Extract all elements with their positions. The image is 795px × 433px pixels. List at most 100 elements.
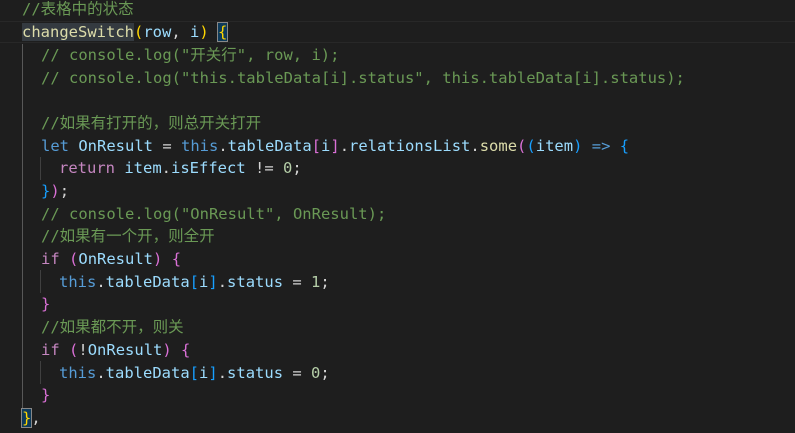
code-line-8[interactable]: return item.isEffect != 0; (59, 157, 302, 180)
paren: ( (69, 341, 79, 359)
code-line-2[interactable]: changeSwitch(row, i) { (22, 21, 229, 44)
code-line-10[interactable]: // console.log("OnResult", OnResult); (41, 203, 386, 226)
paren: ) (50, 182, 60, 200)
paren-close: ) (199, 23, 209, 41)
keyword: let (41, 137, 69, 155)
dot: . (218, 137, 228, 155)
brace-close: } (20, 408, 33, 428)
comment: //如果都不开，则关 (41, 318, 184, 336)
code-line-11[interactable]: //如果有一个开，则全开 (41, 225, 215, 248)
semicolon: ; (59, 182, 70, 200)
code-line-12[interactable]: if (OnResult) { (41, 248, 181, 271)
property: tableData (105, 273, 190, 291)
brace: { (619, 137, 630, 155)
comment: //如果有打开的，则总开关打开 (41, 114, 262, 132)
method: some (479, 137, 518, 155)
variable: OnResult (78, 250, 154, 268)
operator: ! (78, 341, 88, 359)
brace: } (41, 295, 51, 313)
code-line-3[interactable]: // console.log("开关行", row, i); (41, 44, 339, 67)
dot: . (161, 159, 172, 177)
operator: = (283, 273, 312, 291)
dot: . (217, 273, 228, 291)
keyword: this (181, 137, 219, 155)
semicolon: ; (292, 159, 302, 177)
property: tableData (227, 137, 312, 155)
paren: ) (573, 137, 583, 155)
index: i (199, 364, 209, 382)
comma: , (171, 23, 190, 41)
dot: . (217, 364, 228, 382)
code-line-1[interactable]: //表格中的状态 (22, 0, 134, 21)
comma: , (31, 409, 41, 427)
indent-guide-level-1 (22, 44, 23, 416)
bracket: [ (311, 137, 322, 155)
operator: = (283, 364, 312, 382)
dot: . (470, 137, 480, 155)
index: i (199, 273, 209, 291)
brace-open: { (216, 22, 229, 42)
paren-open: ( (133, 23, 144, 41)
keyword: if (41, 341, 60, 359)
comment: //表格中的状态 (22, 0, 134, 18)
number: 1 (311, 273, 321, 291)
keyword: return (59, 159, 115, 177)
code-line-6[interactable]: //如果有打开的，则总开关打开 (41, 112, 261, 135)
brace: } (41, 386, 51, 404)
code-line-16[interactable]: if (!OnResult) { (41, 339, 190, 362)
paren: ( (69, 250, 79, 268)
semicolon: ; (320, 273, 330, 291)
comment: // console.log("OnResult", OnResult); (41, 205, 387, 223)
keyword: if (41, 250, 60, 268)
operator: != (245, 159, 283, 177)
bracket: ] (208, 273, 218, 291)
number: 0 (283, 159, 293, 177)
property: relationsList (349, 137, 471, 155)
arrow: => (582, 137, 620, 155)
code-line-4[interactable]: // console.log("this.tableData[i].status… (41, 67, 685, 90)
operator: = (153, 137, 181, 155)
param: row (143, 23, 172, 41)
code-line-7[interactable]: let OnResult = this.tableData[i].relatio… (41, 135, 629, 158)
paren: ( (517, 137, 527, 155)
code-line-19[interactable]: }, (20, 407, 41, 430)
comment: //如果有一个开，则全开 (41, 227, 215, 245)
code-line-9[interactable]: }); (41, 180, 69, 203)
keyword: this (59, 273, 97, 291)
brace: { (181, 341, 191, 359)
indent-guide-level-2 (40, 270, 41, 293)
arg: item (535, 137, 574, 155)
comment: // console.log("this.tableData[i].status… (41, 69, 685, 87)
code-line-17[interactable]: this.tableData[i].status = 0; (59, 362, 330, 385)
paren: ( (526, 137, 536, 155)
semicolon: ; (320, 364, 330, 382)
variable: OnResult (87, 341, 163, 359)
property: status (227, 364, 284, 382)
bracket: [ (189, 364, 200, 382)
function-name: changeSwitch (22, 23, 134, 41)
variable: item (124, 159, 162, 177)
dot: . (96, 273, 106, 291)
code-line-18[interactable]: } (41, 384, 50, 407)
number: 0 (311, 364, 321, 382)
bracket: ] (330, 137, 340, 155)
property: tableData (105, 364, 190, 382)
code-line-14[interactable]: } (41, 293, 50, 316)
index: i (321, 137, 331, 155)
dot: . (339, 137, 350, 155)
variable: OnResult (78, 137, 153, 155)
dot: . (96, 364, 106, 382)
bracket: [ (189, 273, 200, 291)
indent-guide-level-2 (40, 157, 41, 180)
code-line-13[interactable]: this.tableData[i].status = 1; (59, 271, 330, 294)
code-line-15[interactable]: //如果都不开，则关 (41, 316, 184, 339)
bracket: ] (208, 364, 218, 382)
code-editor[interactable]: //表格中的状态 changeSwitch(row, i) { // conso… (0, 0, 795, 433)
property: isEffect (171, 159, 246, 177)
